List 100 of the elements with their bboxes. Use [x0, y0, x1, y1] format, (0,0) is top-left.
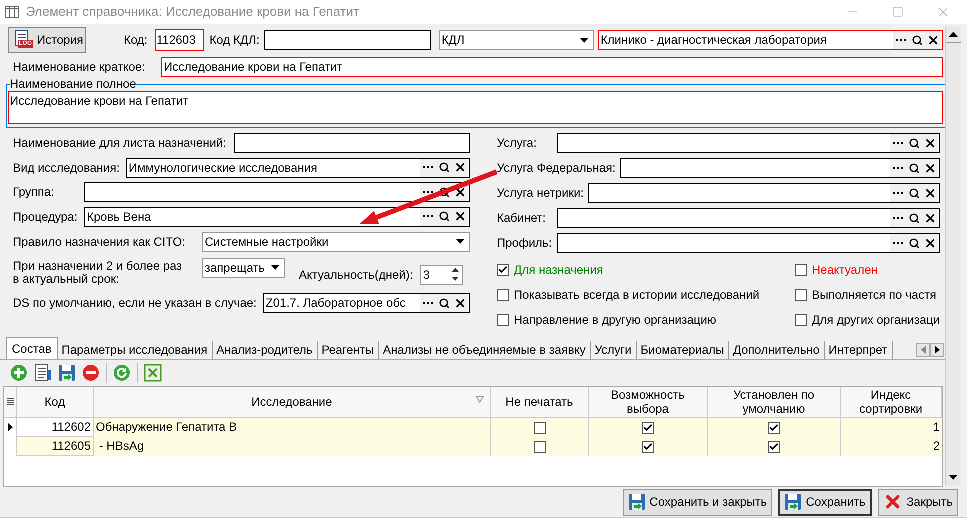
- scroll-right-button[interactable]: [930, 343, 944, 357]
- close-icon: [454, 210, 466, 223]
- kdl-code-field[interactable]: [264, 30, 431, 50]
- search-icon: [908, 138, 920, 148]
- close-icon: [454, 186, 466, 198]
- checkbox[interactable]: [642, 440, 654, 452]
- lookup-field[interactable]: Z01.7. Лабораторное обс: [262, 293, 470, 313]
- document-icon[interactable]: [34, 364, 52, 382]
- ellipsis-icon: [896, 38, 906, 42]
- lookup-field[interactable]: [620, 158, 940, 178]
- right-arrow-icon: [934, 346, 940, 354]
- table-cell: Обнаружение Гепатита В: [94, 418, 491, 437]
- checkbox[interactable]: [534, 440, 546, 452]
- close-icon: [924, 212, 936, 224]
- column-header[interactable]: Исследование: [94, 387, 491, 417]
- clear-button[interactable]: [922, 209, 938, 227]
- tab[interactable]: Биоматериалы: [636, 341, 730, 359]
- clear-button[interactable]: [452, 294, 468, 312]
- checkbox[interactable]: [642, 422, 654, 434]
- checkbox-label: Для других организаци: [812, 312, 940, 328]
- close-square-icon[interactable]: [144, 364, 162, 382]
- filter-icon[interactable]: [476, 396, 484, 403]
- more-button[interactable]: [893, 31, 909, 49]
- code-field[interactable]: 112603: [154, 29, 204, 51]
- tab[interactable]: Дополнительно: [729, 341, 825, 359]
- lookup-field[interactable]: Клинико - диагностическая лаборатория: [598, 30, 943, 50]
- search-icon: [908, 212, 920, 224]
- checkbox[interactable]: [795, 264, 807, 276]
- lookup-field[interactable]: [588, 183, 940, 203]
- more-button[interactable]: [890, 159, 906, 177]
- checkbox[interactable]: [497, 264, 509, 276]
- clear-button[interactable]: [925, 31, 941, 49]
- more-button[interactable]: [420, 158, 436, 176]
- clear-button[interactable]: [922, 159, 938, 177]
- checkbox[interactable]: [795, 288, 807, 300]
- more-button[interactable]: [890, 234, 906, 252]
- dropdown[interactable]: КДЛ: [438, 30, 594, 50]
- checkbox[interactable]: [497, 288, 509, 300]
- text-field[interactable]: [234, 133, 470, 153]
- column-header[interactable]: Индекс сортировки: [841, 387, 942, 417]
- field-label: Кабинет:: [497, 210, 547, 227]
- tab[interactable]: Анализы не объединяемые в заявку: [379, 341, 591, 359]
- tab[interactable]: Реагенты: [318, 341, 380, 359]
- search-icon: [438, 211, 450, 222]
- lookup-field[interactable]: [84, 182, 470, 202]
- delete-icon[interactable]: [82, 364, 100, 382]
- dialog-button[interactable]: Сохранить и закрыть: [622, 488, 772, 516]
- close-icon: [926, 34, 940, 46]
- dropdown[interactable]: Системные настройки: [202, 232, 470, 252]
- scrollbar[interactable]: [945, 27, 961, 485]
- checkbox[interactable]: [497, 314, 509, 326]
- tab[interactable]: Анализ-родитель: [212, 341, 318, 359]
- refresh-icon[interactable]: [113, 364, 131, 382]
- ellipsis-icon: [423, 215, 433, 218]
- tab[interactable]: Интерпрет: [824, 341, 893, 359]
- column-header[interactable]: Код: [17, 387, 94, 417]
- column-header[interactable]: Установлен по умолчанию: [708, 387, 841, 417]
- lookup-field[interactable]: [557, 208, 940, 228]
- column-header[interactable]: Не печатать: [491, 387, 589, 417]
- clear-button[interactable]: [452, 208, 468, 226]
- full-name-field[interactable]: Исследование крови на Гепатит: [8, 91, 943, 124]
- checkbox[interactable]: [795, 314, 807, 326]
- clear-button[interactable]: [452, 158, 468, 176]
- checkbox[interactable]: [768, 422, 780, 434]
- tab[interactable]: Состав: [6, 337, 58, 359]
- dialog-button[interactable]: Закрыть: [878, 488, 958, 516]
- more-button[interactable]: [890, 184, 906, 202]
- short-name-field[interactable]: Исследование крови на Гепатит: [161, 57, 943, 77]
- up-arrow-icon[interactable]: [949, 32, 958, 37]
- column-header[interactable]: Возможность выбора: [589, 387, 708, 417]
- dialog-button[interactable]: Сохранить: [778, 488, 872, 516]
- column-chooser-icon[interactable]: [6, 398, 14, 406]
- more-button[interactable]: [890, 134, 906, 152]
- checkbox[interactable]: [534, 422, 546, 434]
- lookup-field[interactable]: Кровь Вена: [84, 206, 470, 226]
- lookup-field[interactable]: [557, 133, 940, 153]
- close-icon: [924, 236, 936, 250]
- clear-button[interactable]: [922, 184, 938, 202]
- lookup-field[interactable]: Иммунологические исследования: [126, 158, 470, 178]
- tab[interactable]: Параметры исследования: [58, 341, 213, 359]
- add-icon[interactable]: [10, 364, 28, 382]
- lookup-field[interactable]: [557, 233, 940, 253]
- caret-icon: [580, 38, 589, 42]
- field-label: При назначении 2 и более раз в актуальный срок:: [13, 260, 184, 286]
- ellipsis-icon: [423, 302, 433, 304]
- number-spinner[interactable]: 3: [420, 264, 464, 284]
- tab[interactable]: Услуги: [590, 341, 637, 359]
- more-button[interactable]: [420, 294, 436, 312]
- more-button[interactable]: [420, 208, 436, 226]
- row-header-cell[interactable]: [4, 418, 17, 437]
- field-label: Услуга нетрики:: [497, 185, 586, 202]
- more-button[interactable]: [890, 209, 906, 227]
- search-icon: [438, 186, 450, 198]
- field-label: Процедура:: [13, 208, 79, 226]
- clear-button[interactable]: [922, 234, 938, 252]
- down-arrow-icon[interactable]: [949, 474, 958, 480]
- dropdown[interactable]: запрещать: [202, 258, 285, 278]
- checkbox[interactable]: [768, 440, 780, 452]
- search-icon: [438, 162, 450, 173]
- clear-button[interactable]: [922, 134, 938, 152]
